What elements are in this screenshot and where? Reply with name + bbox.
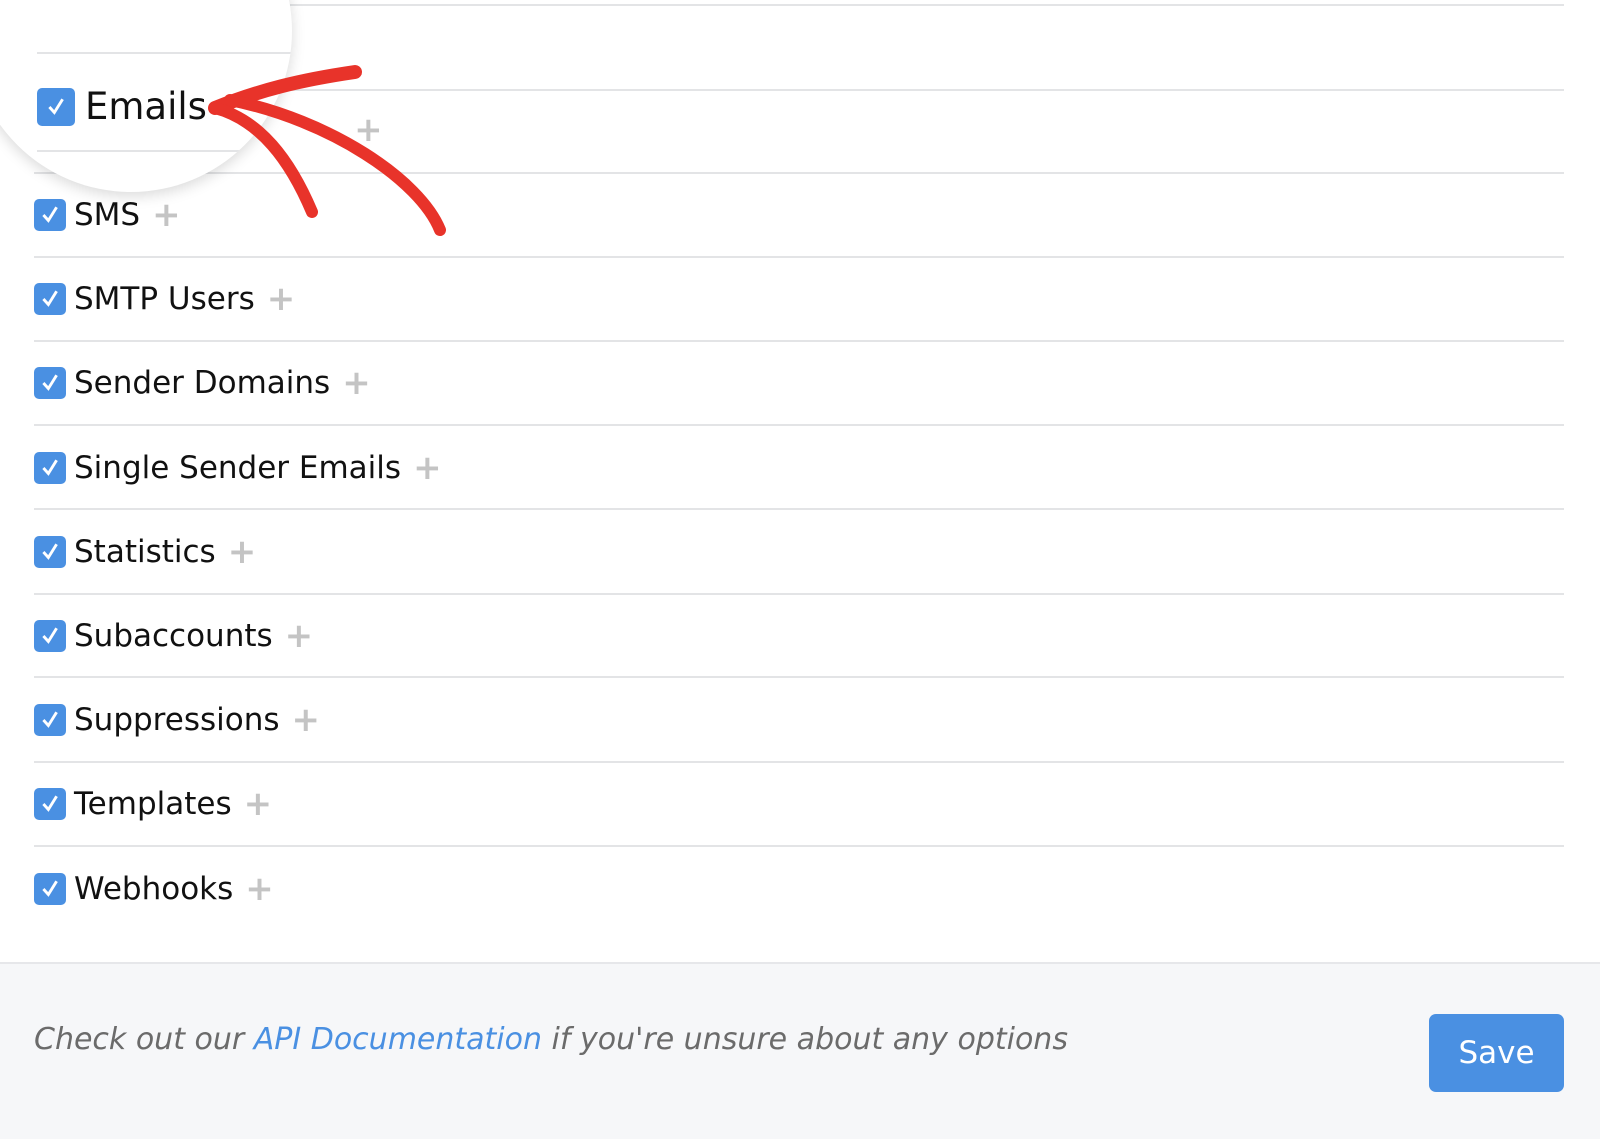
divider	[34, 256, 1564, 258]
permission-label: Subaccounts	[74, 618, 273, 654]
plus-icon[interactable]: +	[285, 619, 314, 653]
save-button[interactable]: Save	[1429, 1014, 1564, 1092]
permission-row: Subaccounts +	[34, 616, 313, 656]
plus-icon[interactable]: +	[244, 787, 273, 821]
divider	[34, 340, 1564, 342]
permission-row: Statistics +	[34, 532, 256, 572]
checkbox-checked-icon[interactable]	[34, 788, 66, 821]
plus-icon[interactable]: +	[267, 282, 296, 316]
checkbox-checked-icon[interactable]	[34, 872, 66, 905]
footer: Check out our API Documentation if you'r…	[0, 962, 1600, 1139]
permission-label: SMTP Users	[74, 281, 255, 318]
divider	[34, 761, 1564, 763]
divider	[34, 593, 1564, 595]
permission-label: Suppressions	[74, 702, 280, 739]
permission-label: Single Sender Emails	[74, 449, 402, 486]
permission-label: Statistics	[74, 533, 216, 570]
plus-icon[interactable]: +	[292, 703, 321, 737]
divider	[34, 508, 1564, 510]
note-text: Check out our	[34, 1022, 254, 1057]
permission-label: Templates	[74, 786, 232, 823]
divider	[34, 845, 1564, 847]
checkbox-checked-icon[interactable]	[34, 535, 66, 568]
help-note: Check out our API Documentation if you'r…	[34, 1022, 1068, 1057]
divider	[290, 4, 1564, 6]
permission-row: SMTP Users +	[34, 279, 295, 319]
annotation-arrow	[208, 65, 446, 236]
plus-icon[interactable]: +	[342, 366, 371, 400]
plus-icon[interactable]: +	[228, 535, 257, 569]
plus-icon[interactable]: +	[245, 872, 274, 906]
permission-row: Templates +	[34, 784, 272, 824]
checkbox-checked-icon[interactable]	[34, 283, 66, 316]
permission-label: Webhooks	[74, 870, 234, 907]
checkbox-checked-icon[interactable]	[34, 620, 66, 652]
permission-row: Webhooks +	[34, 869, 274, 909]
plus-icon[interactable]: +	[413, 451, 442, 485]
checkbox-checked-icon[interactable]	[34, 451, 66, 484]
permission-row: Sender Domains +	[34, 363, 371, 403]
permission-label: Sender Domains	[74, 365, 331, 402]
checkbox-checked-icon[interactable]	[34, 367, 66, 400]
checkbox-checked-icon[interactable]	[34, 704, 66, 737]
permission-row: Suppressions +	[34, 700, 320, 740]
permission-row: Single Sender Emails +	[34, 448, 442, 488]
divider	[34, 424, 1564, 426]
note-text: if you're unsure about any options	[542, 1022, 1068, 1057]
api-documentation-link[interactable]: API Documentation	[254, 1022, 542, 1057]
divider	[34, 676, 1564, 678]
